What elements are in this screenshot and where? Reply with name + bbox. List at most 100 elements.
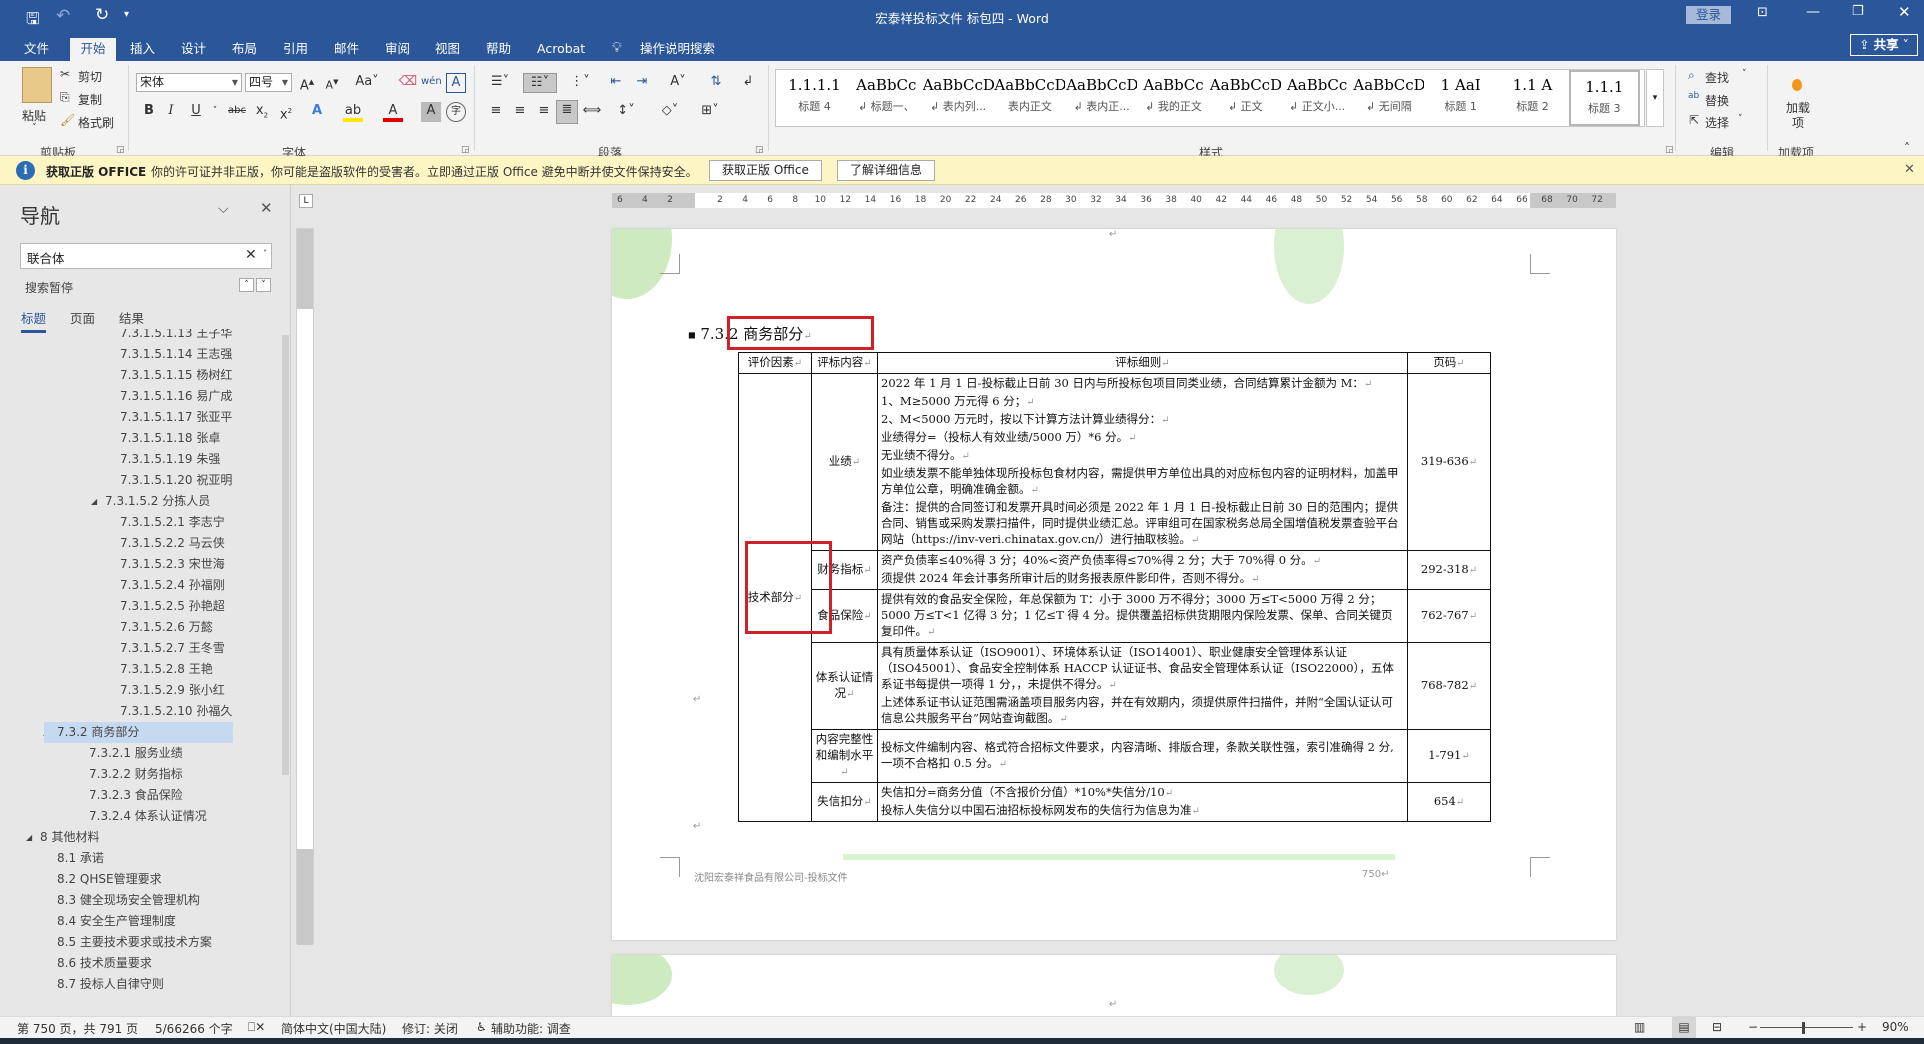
replace-button[interactable]: 替换 xyxy=(1705,92,1729,109)
web-layout-icon[interactable]: ⊟ xyxy=(1712,1020,1722,1034)
close-pane-icon[interactable]: ✕ xyxy=(260,199,273,217)
nav-heading-item[interactable]: 7.3.1.5.2.2 马云侠 xyxy=(120,533,225,554)
nav-heading-item[interactable]: 7.3.1.5.2.5 孙艳超 xyxy=(120,596,225,617)
nav-heading-item[interactable]: 7.3.1.5.2.8 王艳 xyxy=(120,659,213,680)
line-spacing-icon[interactable]: ↕˅ xyxy=(612,102,640,122)
style-item[interactable]: AaBbCc ↲ 我的正文 xyxy=(1138,70,1209,126)
scoring-table[interactable]: 评价因素 评标内容 评标细则 页码 技术部分业绩2022 年 1 月 1 日-投… xyxy=(738,352,1491,822)
ribbon-display-options-icon[interactable]: ⊡ xyxy=(1757,5,1768,20)
show-formatting-marks-icon[interactable]: ↲ xyxy=(738,73,758,93)
addins-button[interactable]: 加载项 xyxy=(1784,101,1812,131)
italic-icon[interactable]: I xyxy=(161,102,181,122)
zoom-level[interactable]: 90% xyxy=(1882,1020,1909,1034)
zoom-slider[interactable] xyxy=(1760,1027,1853,1028)
undo-icon[interactable]: ↶ xyxy=(56,6,70,26)
style-item[interactable]: AaBbCc ↲ 标题一、 xyxy=(851,70,922,126)
styles-more-icon[interactable]: ▾ xyxy=(1646,69,1664,127)
get-genuine-office-button[interactable]: 获取正版 Office xyxy=(709,160,822,181)
underline-dropdown-icon[interactable]: ˅ xyxy=(205,102,225,122)
nav-heading-item[interactable]: 7.3.2 商务部分 xyxy=(44,722,233,743)
nav-heading-item[interactable]: 8.7 投标人自律守则 xyxy=(57,974,164,995)
tab-view[interactable]: 视图 xyxy=(429,38,466,61)
accessibility-status[interactable]: 辅助功能: 调查 xyxy=(491,1020,571,1037)
tab-insert[interactable]: 插入 xyxy=(124,38,161,61)
paste-icon[interactable] xyxy=(22,67,52,103)
tab-references[interactable]: 引用 xyxy=(277,38,314,61)
customize-toolbar-icon[interactable]: ▾ xyxy=(124,9,129,20)
style-item[interactable]: AaBbCcDc ↲ 正文 xyxy=(1210,70,1281,126)
zoom-out-button[interactable]: − xyxy=(1748,1020,1758,1034)
shading-icon[interactable]: ◇˅ xyxy=(656,102,684,122)
font-size-select[interactable]: 四号 ▼ xyxy=(245,73,292,92)
nav-heading-item[interactable]: 7.3.1.5.1.16 易广成 xyxy=(120,386,232,407)
select-dropdown-icon[interactable]: ˅ xyxy=(1738,114,1743,124)
nav-heading-item[interactable]: 7.3.1.5.1.19 朱强 xyxy=(120,449,220,470)
character-shading-icon[interactable]: A xyxy=(421,102,441,122)
decrease-indent-icon[interactable]: ⇤ xyxy=(606,73,626,93)
style-item[interactable]: AaBbCcDdI 表内正文 xyxy=(994,70,1065,126)
nav-heading-item[interactable]: 7.3.1.5.2.1 李志宁 xyxy=(120,512,225,533)
highlight-color-icon[interactable]: ab xyxy=(343,102,363,122)
nav-heading-item[interactable]: 8.2 QHSE管理要求 xyxy=(57,869,162,890)
format-painter-button[interactable]: 格式刷 xyxy=(78,114,114,131)
nav-heading-item[interactable]: 7.3.1.5.1.15 杨树红 xyxy=(120,365,232,386)
horizontal-ruler[interactable]: 6 4 2 2 4 6 8 10 12 14 16 18 20 22 24 26 28 30 32 34 36 38 40 4… xyxy=(612,193,1616,208)
grow-font-icon[interactable]: A▲ xyxy=(297,73,317,93)
nav-heading-item[interactable]: 7.3.1.5.2.10 孙福久 xyxy=(120,701,232,722)
justify-icon[interactable]: ≣ xyxy=(556,100,578,124)
superscript-icon[interactable]: x2 xyxy=(276,102,296,122)
align-center-icon[interactable]: ≡ xyxy=(510,102,530,122)
collapse-ribbon-icon[interactable]: ˄ xyxy=(1904,141,1910,155)
read-mode-icon[interactable]: ▥ xyxy=(1634,1020,1645,1034)
tab-mailings[interactable]: 邮件 xyxy=(328,38,365,61)
addins-icon[interactable] xyxy=(1792,79,1802,91)
close-message-icon[interactable]: ✕ xyxy=(1904,162,1915,177)
tab-acrobat[interactable]: Acrobat xyxy=(531,38,591,61)
tab-layout[interactable]: 布局 xyxy=(226,38,263,61)
nav-heading-item[interactable]: 7.3.1.5.2.4 孙福刚 xyxy=(120,575,225,596)
track-changes[interactable]: 修订: 关闭 xyxy=(402,1020,458,1037)
proofing-icon[interactable]: ⎕✕ xyxy=(248,1020,265,1035)
nav-heading-item[interactable]: 7.3.1.5.2.6 万懿 xyxy=(120,617,213,638)
text-effects-icon[interactable]: A xyxy=(307,102,327,122)
clear-search-icon[interactable]: ✕ xyxy=(245,247,257,263)
font-color-icon[interactable]: A xyxy=(383,102,403,122)
sort-icon[interactable]: ⇅ xyxy=(706,73,726,93)
paste-dropdown-icon[interactable]: ˅ xyxy=(32,123,37,133)
tab-selector[interactable]: L xyxy=(299,194,313,208)
pane-options-icon[interactable]: ⌵ xyxy=(218,201,229,217)
style-item[interactable]: 1.1.1.1 标题 4 xyxy=(779,70,850,126)
zoom-in-button[interactable]: + xyxy=(1857,1020,1867,1034)
font-name-select[interactable]: 宋体 ▼ xyxy=(136,73,242,92)
style-item[interactable]: 1 AaI 标题 1 xyxy=(1425,70,1496,126)
tab-design[interactable]: 设计 xyxy=(175,38,212,61)
nav-heading-item[interactable]: 7.3.2.4 体系认证情况 xyxy=(89,806,207,827)
nav-heading-item[interactable]: 8.3 健全现场安全管理机构 xyxy=(57,890,200,911)
nav-heading-item[interactable]: 8 其他材料 xyxy=(40,827,99,848)
change-case-icon[interactable]: Aa˅ xyxy=(352,73,382,93)
learn-more-button[interactable]: 了解详细信息 xyxy=(837,160,936,181)
nav-heading-item[interactable]: 8.6 技术质量要求 xyxy=(57,953,152,974)
page-count[interactable]: 第 750 页，共 791 页 xyxy=(17,1020,138,1037)
restore-icon[interactable]: ❐ xyxy=(1852,4,1864,19)
nav-tab-results[interactable]: 结果 xyxy=(119,308,144,327)
nav-search-input[interactable]: 联合体 ✕ ˅ xyxy=(20,243,272,269)
nav-tab-pages[interactable]: 页面 xyxy=(70,308,95,327)
clear-formatting-icon[interactable]: ⌫ xyxy=(398,73,418,93)
tab-review[interactable]: 审阅 xyxy=(379,38,416,61)
chinese-layout-icon[interactable]: A˅ xyxy=(664,73,692,93)
style-item[interactable]: AaBbCcDdI ↲ 表内正... xyxy=(1066,70,1137,126)
styles-launcher-icon[interactable]: ◲ xyxy=(1665,145,1674,155)
previous-result-icon[interactable]: ˄ xyxy=(239,278,254,292)
tab-home[interactable]: 开始 xyxy=(70,38,116,61)
word-count[interactable]: 5/66266 个字 xyxy=(155,1020,233,1037)
redo-icon[interactable]: ↻ xyxy=(95,5,109,25)
minimize-icon[interactable]: — xyxy=(1806,4,1820,20)
expand-triangle-icon[interactable]: ◢ xyxy=(91,497,97,506)
phonetic-guide-icon[interactable]: wén xyxy=(421,73,442,93)
bold-icon[interactable]: B xyxy=(139,102,159,122)
nav-heading-item[interactable]: 7.3.1.5.1.20 祝亚明 xyxy=(120,470,232,491)
save-icon[interactable]: 🖫 xyxy=(26,8,40,35)
nav-heading-item[interactable]: 7.3.1.5.1.18 张卓 xyxy=(120,428,220,449)
nav-heading-item[interactable]: 7.3.1.5.2.7 王冬雪 xyxy=(120,638,225,659)
